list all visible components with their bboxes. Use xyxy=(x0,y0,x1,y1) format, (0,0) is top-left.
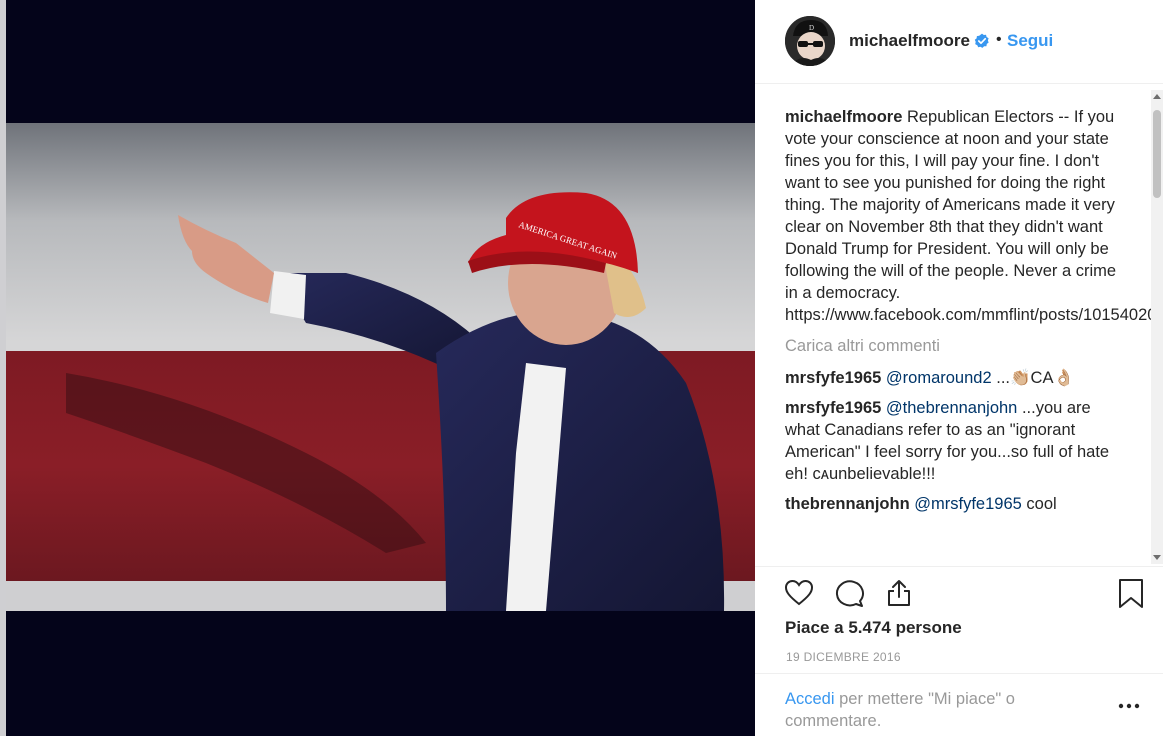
comment-username[interactable]: mrsfyfe1965 xyxy=(785,369,881,387)
post-caption: michaelfmoore Republican Electors -- If … xyxy=(785,106,1163,326)
comments-list: michaelfmoore Republican Electors -- If … xyxy=(785,106,1163,523)
post-photo[interactable]: AMERICA GREAT AGAIN xyxy=(6,123,755,611)
comment-mention[interactable]: @mrsfyfe1965 xyxy=(914,495,1022,513)
comments-scrollbar[interactable] xyxy=(1151,90,1163,564)
scroll-down-arrow-icon[interactable] xyxy=(1153,555,1161,560)
comment-mention[interactable]: @romaround2 xyxy=(886,369,992,387)
heart-icon[interactable] xyxy=(783,577,815,609)
follow-button[interactable]: Segui xyxy=(1007,31,1053,51)
post-side-panel: D michaelfmoore • Segui michaelfmoore Re… xyxy=(755,0,1163,736)
post-media-area: AMERICA GREAT AGAIN xyxy=(0,0,755,736)
caption-username[interactable]: michaelfmoore xyxy=(785,108,902,126)
comment-icon[interactable] xyxy=(833,577,865,609)
more-options-icon[interactable] xyxy=(1117,702,1141,710)
login-link[interactable]: Accedi xyxy=(785,690,835,708)
comments-section[interactable]: michaelfmoore Republican Electors -- If … xyxy=(755,84,1163,566)
scroll-up-arrow-icon[interactable] xyxy=(1153,94,1161,99)
photo-illustration: AMERICA GREAT AGAIN xyxy=(6,123,755,611)
comment-username[interactable]: thebrennanjohn xyxy=(785,495,910,513)
comment-username[interactable]: mrsfyfe1965 xyxy=(785,399,881,417)
load-more-comments-button[interactable]: Carica altri commenti xyxy=(785,335,1130,357)
comment-item: mrsfyfe1965 @romaround2 ...👏🏼CA👌🏼 xyxy=(785,367,1130,389)
comment-mention[interactable]: @thebrennanjohn xyxy=(886,399,1017,417)
bookmark-icon[interactable] xyxy=(1115,577,1147,609)
post-date: 19 DICEMBRE 2016 xyxy=(786,650,901,664)
svg-text:D: D xyxy=(809,24,814,32)
post-header: D michaelfmoore • Segui xyxy=(755,0,1163,84)
avatar-image: D xyxy=(785,16,835,66)
login-prompt: Accedi per mettere "Mi piace" o commenta… xyxy=(785,688,1075,732)
comment-text: ...👏🏼CA👌🏼 xyxy=(991,369,1075,387)
caption-text: Republican Electors -- If you vote your … xyxy=(785,108,1163,324)
scrollbar-thumb[interactable] xyxy=(1153,110,1161,198)
share-icon[interactable] xyxy=(883,577,915,609)
verified-badge-icon xyxy=(974,33,989,48)
avatar[interactable]: D xyxy=(785,16,835,66)
comment-item: mrsfyfe1965 @thebrennanjohn ...you are w… xyxy=(785,397,1130,485)
post-actions: Piace a 5.474 persone 19 DICEMBRE 2016 xyxy=(755,566,1163,676)
header-username[interactable]: michaelfmoore xyxy=(849,31,970,51)
comment-text: cool xyxy=(1021,495,1057,513)
header-separator: • xyxy=(996,31,1002,48)
likes-count[interactable]: Piace a 5.474 persone xyxy=(785,618,962,638)
comment-item: thebrennanjohn @mrsfyfe1965 cool xyxy=(785,493,1130,515)
add-comment-area: Accedi per mettere "Mi piace" o commenta… xyxy=(755,673,1163,736)
